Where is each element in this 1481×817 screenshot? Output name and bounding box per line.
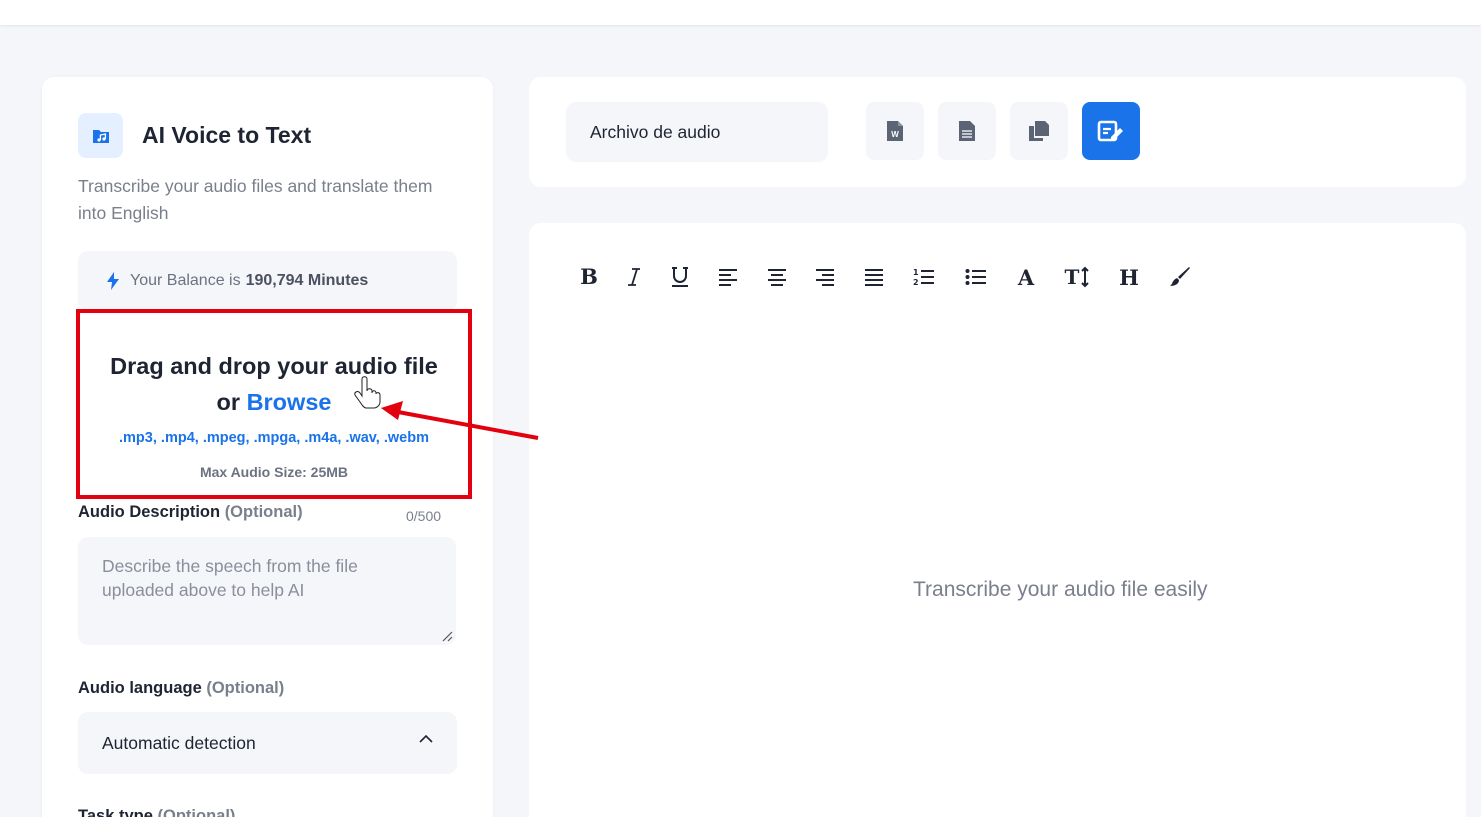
editor-placeholder: Transcribe your audio file easily xyxy=(913,578,1208,601)
text-doc-icon xyxy=(959,121,975,141)
lightning-icon xyxy=(107,272,119,290)
heading-button[interactable]: H xyxy=(1113,261,1145,293)
svg-text:1: 1 xyxy=(913,268,919,277)
justify-button[interactable] xyxy=(858,261,890,293)
panel-header: AI Voice to Text xyxy=(78,113,311,158)
voice-to-text-panel: AI Voice to Text Transcribe your audio f… xyxy=(42,77,493,817)
edit-doc-icon xyxy=(1097,120,1123,142)
italic-icon xyxy=(628,268,640,286)
top-bar xyxy=(0,0,1481,25)
supported-formats: .mp3, .mp4, .mpeg, .mpga, .m4a, .wav, .w… xyxy=(119,430,429,446)
heading-icon: H xyxy=(1119,267,1139,287)
align-center-icon xyxy=(768,269,786,286)
language-label-text: Audio language xyxy=(78,679,202,697)
underline-button[interactable] xyxy=(664,261,696,293)
font-size-button[interactable]: T xyxy=(1061,261,1093,293)
optional-tag: (Optional) xyxy=(157,807,236,817)
balance-label: Your Balance is xyxy=(130,272,241,289)
browse-link[interactable]: Browse xyxy=(247,389,332,415)
copy-icon xyxy=(1029,121,1049,141)
task-label-text: Task type xyxy=(78,807,153,817)
resize-handle-icon[interactable] xyxy=(441,630,453,642)
balance-banner: Your Balance is 190,794 Minutes xyxy=(78,251,457,311)
svg-text:T: T xyxy=(1065,266,1080,288)
balance-value: 190,794 Minutes xyxy=(245,272,369,289)
description-label-text: Audio Description xyxy=(78,503,221,521)
max-size-note: Max Audio Size: 25MB xyxy=(199,464,349,480)
justify-icon xyxy=(865,269,883,286)
optional-tag: (Optional) xyxy=(224,503,303,521)
text-height-icon: T xyxy=(1065,266,1089,288)
align-left-icon xyxy=(719,269,737,286)
audio-dropzone[interactable]: Drag and drop your audio file or Browse … xyxy=(76,309,472,499)
underline-icon xyxy=(672,267,688,287)
description-textarea[interactable]: Describe the speech from the file upload… xyxy=(78,537,456,645)
transcript-editor: B 12 A T H Transcribe your audio file ea… xyxy=(529,223,1466,817)
word-doc-icon: W xyxy=(887,121,903,141)
svg-text:A: A xyxy=(1017,267,1035,287)
svg-text:H: H xyxy=(1119,267,1139,287)
align-right-icon xyxy=(816,269,834,286)
font-icon: A xyxy=(1017,267,1035,287)
description-label: Audio Description (Optional) xyxy=(78,503,303,522)
svg-text:W: W xyxy=(891,130,899,139)
audio-file-icon xyxy=(78,113,123,158)
dropzone-title: Drag and drop your audio file or Browse xyxy=(80,348,468,420)
export-text-button[interactable] xyxy=(938,102,996,160)
font-color-button[interactable]: A xyxy=(1010,261,1042,293)
page-title: AI Voice to Text xyxy=(142,122,312,148)
optional-tag: (Optional) xyxy=(206,679,285,697)
task-label: Task type (Optional) xyxy=(78,807,235,817)
export-word-button[interactable]: W xyxy=(866,102,924,160)
align-left-button[interactable] xyxy=(712,261,744,293)
char-counter: 0/500 xyxy=(406,508,442,524)
language-selected: Automatic detection xyxy=(102,732,256,753)
paint-brush-button[interactable] xyxy=(1164,261,1196,293)
file-name-field[interactable]: Archivo de audio xyxy=(566,102,828,162)
language-select[interactable]: Automatic detection xyxy=(78,712,457,774)
italic-button[interactable] xyxy=(618,261,650,293)
language-label: Audio language (Optional) xyxy=(78,679,284,698)
panel-subtitle: Transcribe your audio files and translat… xyxy=(78,176,433,223)
copy-button[interactable] xyxy=(1010,102,1068,160)
description-placeholder: Describe the speech from the file upload… xyxy=(102,556,358,600)
bullet-list-button[interactable] xyxy=(960,261,992,293)
ordered-list-button[interactable]: 12 xyxy=(908,261,940,293)
edit-document-button[interactable] xyxy=(1082,102,1140,160)
ordered-list-icon: 12 xyxy=(913,268,934,287)
svg-text:2: 2 xyxy=(913,278,919,287)
align-center-button[interactable] xyxy=(761,261,793,293)
bold-button[interactable]: B xyxy=(573,261,605,293)
bullet-list-icon xyxy=(965,269,986,285)
align-right-button[interactable] xyxy=(809,261,841,293)
paint-brush-icon xyxy=(1170,267,1190,286)
file-name-text: Archivo de audio xyxy=(590,121,721,142)
bold-icon: B xyxy=(580,267,598,287)
chevron-up-icon xyxy=(419,734,433,743)
svg-text:B: B xyxy=(580,267,598,287)
file-toolbar: Archivo de audio W xyxy=(529,77,1466,187)
